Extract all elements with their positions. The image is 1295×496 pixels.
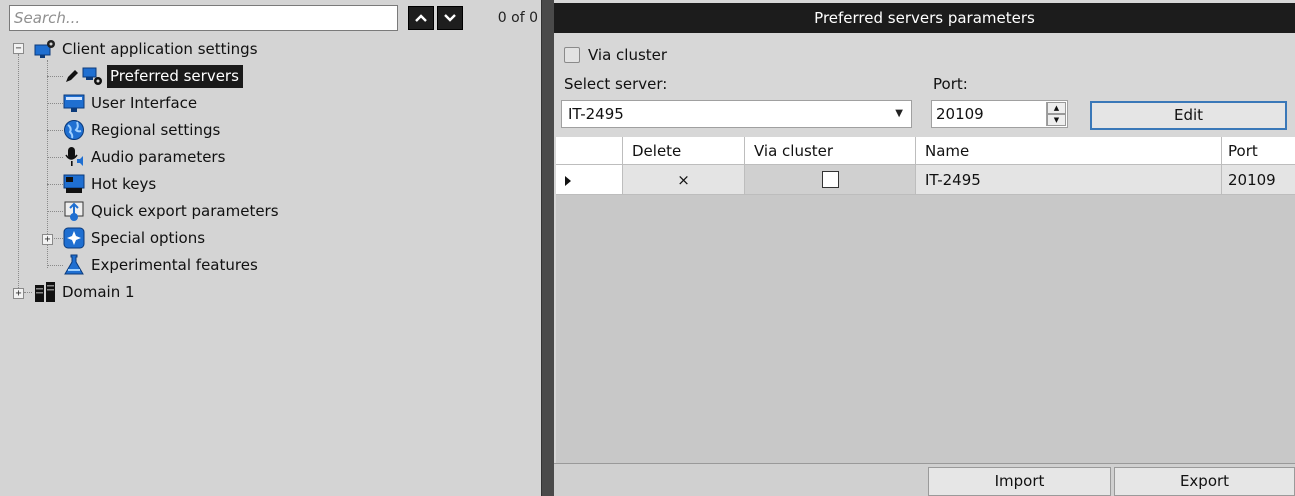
table-empty-area <box>556 195 1295 463</box>
tree-item-quick-export-parameters[interactable]: Quick export parameters <box>63 198 283 224</box>
row-via-cluster-checkbox[interactable] <box>821 170 839 188</box>
panel-title: Preferred servers parameters <box>554 3 1295 33</box>
expand-toggle[interactable]: + <box>13 288 24 299</box>
decrement-button[interactable]: ▼ <box>1047 114 1066 126</box>
port-label: Port: <box>933 75 968 93</box>
flask-icon <box>64 254 84 275</box>
monitor-gear-icon <box>34 40 55 58</box>
search-input[interactable] <box>9 5 398 31</box>
search-bar: 0 of 0 <box>0 0 542 36</box>
current-row-arrow-icon <box>565 175 571 186</box>
server-select-value: IT-2495 <box>568 105 624 123</box>
chevron-up-icon <box>415 14 427 22</box>
table-header: Delete Via cluster Name Port <box>556 137 1295 165</box>
via-cluster-cell <box>745 165 916 194</box>
tree-item-hot-keys[interactable]: Hot keys <box>63 171 160 197</box>
chevron-down-icon <box>444 14 456 22</box>
expand-toggle[interactable]: + <box>42 234 53 245</box>
panel-footer: Import Export <box>554 463 1295 496</box>
preferred-servers-panel: Preferred servers parameters Via cluster… <box>554 0 1295 496</box>
via-cluster-checkbox[interactable] <box>564 47 580 63</box>
export-icon <box>64 201 84 221</box>
row-indicator <box>556 165 623 194</box>
tree-item-preferred-servers[interactable]: Preferred servers <box>63 63 243 89</box>
tree-item-regional-settings[interactable]: Regional settings <box>63 117 224 143</box>
name-cell: IT-2495 <box>916 165 1222 194</box>
tree-item-domain[interactable]: Domain 1 <box>34 279 139 305</box>
select-server-label: Select server: <box>564 75 668 93</box>
tree-item-user-interface[interactable]: User Interface <box>63 90 201 116</box>
export-button[interactable]: Export <box>1114 467 1295 496</box>
column-header-name[interactable]: Name <box>916 137 1222 164</box>
import-button[interactable]: Import <box>928 467 1111 496</box>
globe-icon <box>64 120 84 140</box>
tree-item-special-options[interactable]: Special options <box>63 225 209 251</box>
column-header-port[interactable]: Port <box>1222 137 1295 164</box>
server-settings-icon <box>82 67 102 85</box>
microphone-icon <box>65 147 83 166</box>
delete-row-button[interactable]: × <box>623 165 745 194</box>
tree-item-client-application-settings[interactable]: Client application settings <box>34 36 262 62</box>
column-header-delete[interactable]: Delete <box>623 137 745 164</box>
keyboard-icon <box>63 174 85 193</box>
port-stepper[interactable]: 20109 ▲ ▼ <box>931 100 1068 128</box>
edit-button[interactable]: Edit <box>1090 101 1287 130</box>
search-result-counter: 0 of 0 <box>497 10 538 26</box>
dropdown-arrow-icon[interactable]: ▼ <box>895 101 903 127</box>
special-options-icon <box>63 227 85 249</box>
increment-button[interactable]: ▲ <box>1047 102 1066 114</box>
settings-tree-panel: 0 of 0 − Client application settings <box>0 0 542 496</box>
monitor-icon <box>63 94 85 112</box>
via-cluster-option[interactable]: Via cluster <box>564 46 667 64</box>
port-cell: 20109 <box>1222 165 1295 194</box>
tree-item-audio-parameters[interactable]: Audio parameters <box>63 144 229 170</box>
next-result-button[interactable] <box>437 6 463 30</box>
pencil-icon <box>66 70 78 82</box>
tree-item-experimental-features[interactable]: Experimental features <box>63 252 262 278</box>
port-spinner: ▲ ▼ <box>1046 102 1066 126</box>
table-row[interactable]: × IT-2495 20109 <box>556 165 1295 195</box>
servers-table: Delete Via cluster Name Port × IT-2495 2… <box>556 137 1295 195</box>
port-value: 20109 <box>936 105 984 123</box>
previous-result-button[interactable] <box>408 6 434 30</box>
collapse-toggle[interactable]: − <box>13 43 24 54</box>
row-indicator-header <box>556 137 623 164</box>
column-header-via-cluster[interactable]: Via cluster <box>745 137 916 164</box>
server-select[interactable]: IT-2495 ▼ <box>561 100 912 128</box>
server-rack-icon <box>35 282 55 302</box>
via-cluster-label: Via cluster <box>588 46 668 64</box>
